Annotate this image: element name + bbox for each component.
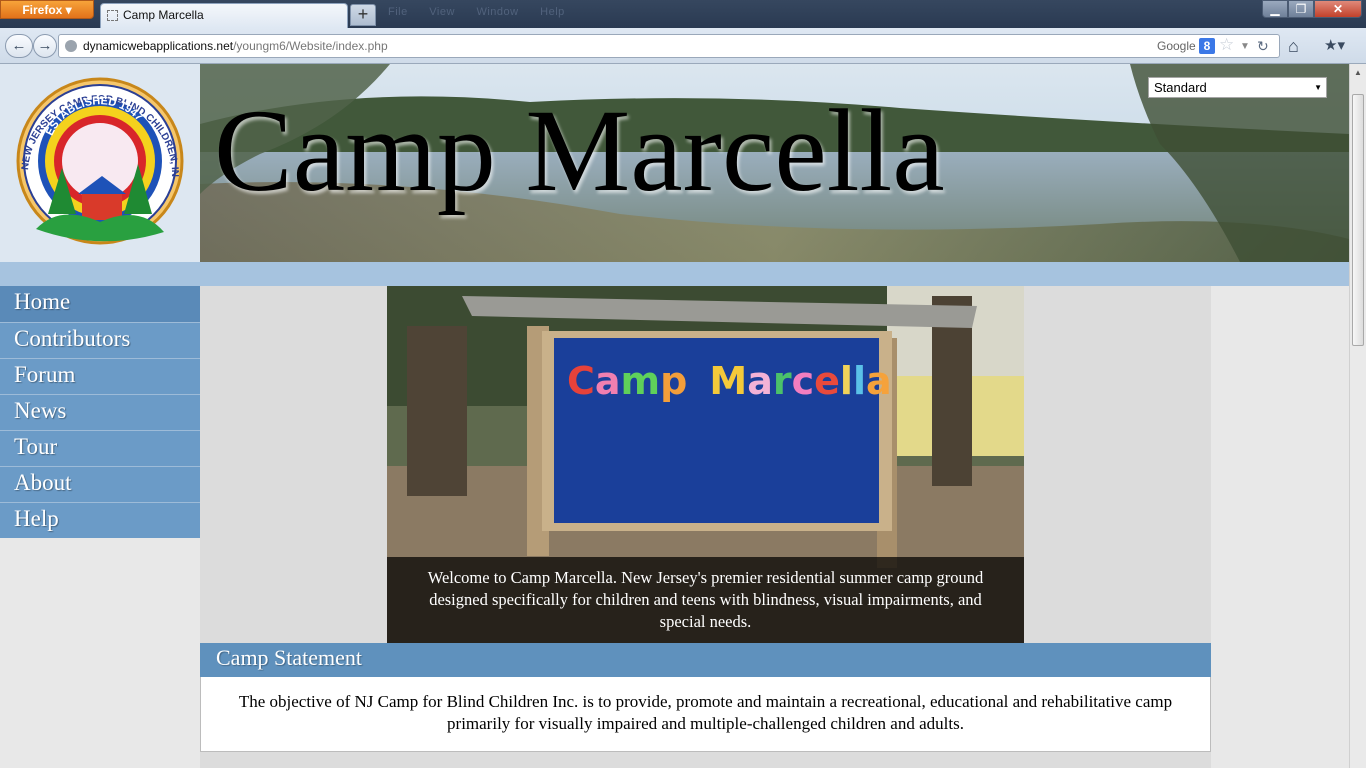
url-path: /youngm6/Website/index.php	[233, 39, 388, 53]
site-title: Camp Marcella	[214, 85, 945, 216]
close-window-button[interactable]: ✕	[1314, 0, 1362, 18]
slideshow-photo: Camp Marcella Welcome to Camp Marcella. N…	[387, 286, 1024, 643]
photo-caption: Welcome to Camp Marcella. New Jersey's p…	[387, 557, 1024, 643]
style-select-value: Standard	[1154, 80, 1207, 95]
logo-area: NEW JERSEY CAMP FOR BLIND CHILDREN, INC.…	[0, 64, 200, 262]
sign-lettering: Camp Marcella	[567, 359, 892, 403]
home-icon[interactable]: ⌂	[1288, 36, 1299, 57]
back-arrow-icon[interactable]: ←	[5, 34, 33, 58]
header-strip	[0, 262, 1349, 286]
web-page: NEW JERSEY CAMP FOR BLIND CHILDREN, INC.…	[0, 64, 1349, 768]
reload-icon[interactable]: ↻	[1257, 35, 1269, 57]
star-icon[interactable]: ☆	[1219, 34, 1234, 56]
chevron-down-icon: ▼	[1314, 83, 1322, 92]
sidebar-item-help[interactable]: Help	[0, 502, 200, 538]
page-scrollbar[interactable]: ▲	[1349, 64, 1366, 768]
maximize-button[interactable]: ❐	[1288, 0, 1314, 18]
browser-titlebar: Firefox ▾ Camp Marcella + File View Wind…	[0, 0, 1366, 28]
page-favicon-icon	[107, 10, 118, 21]
sidebar-item-tour[interactable]: Tour	[0, 430, 200, 466]
statement-heading: Camp Statement	[200, 643, 1211, 677]
url-domain: dynamicwebapplications.net	[83, 39, 234, 53]
bookmarks-icon[interactable]: ★▾	[1324, 36, 1345, 54]
firefox-menu-button[interactable]: Firefox ▾	[0, 0, 94, 19]
sidebar-item-news[interactable]: News	[0, 394, 200, 430]
globe-icon	[65, 40, 77, 52]
style-select[interactable]: Standard ▼	[1148, 77, 1327, 98]
new-tab-button[interactable]: +	[350, 4, 376, 26]
url-bar[interactable]: dynamicwebapplications.net/youngm6/Websi…	[58, 34, 1280, 58]
minimize-button[interactable]: ▁	[1262, 0, 1288, 18]
scroll-thumb[interactable]	[1352, 94, 1364, 346]
search-engine-label: Google	[1157, 39, 1196, 53]
sidebar-item-forum[interactable]: Forum	[0, 358, 200, 394]
sidebar-item-about[interactable]: About	[0, 466, 200, 502]
statement-text: The objective of NJ Camp for Blind Child…	[200, 677, 1211, 752]
camp-logo: NEW JERSEY CAMP FOR BLIND CHILDREN, INC.…	[0, 64, 184, 245]
sidebar-item-home[interactable]: Home	[0, 286, 200, 322]
tab-camp-marcella[interactable]: Camp Marcella	[100, 3, 348, 28]
main-content: Camp Marcella Welcome to Camp Marcella. N…	[200, 286, 1211, 768]
forward-arrow-icon[interactable]: →	[33, 34, 57, 58]
sidebar-nav: Home Contributors Forum News Tour About …	[0, 286, 200, 538]
url-dropdown-icon[interactable]: ▼	[1240, 36, 1250, 58]
tab-title: Camp Marcella	[123, 8, 204, 22]
google-icon[interactable]: 8	[1199, 38, 1215, 54]
scroll-up-arrow-icon[interactable]: ▲	[1350, 64, 1366, 81]
ghost-menu-bar: File View Window Help	[388, 6, 565, 18]
sidebar-item-contributors[interactable]: Contributors	[0, 322, 200, 358]
browser-navbar: ← → dynamicwebapplications.net/youngm6/W…	[0, 28, 1366, 64]
